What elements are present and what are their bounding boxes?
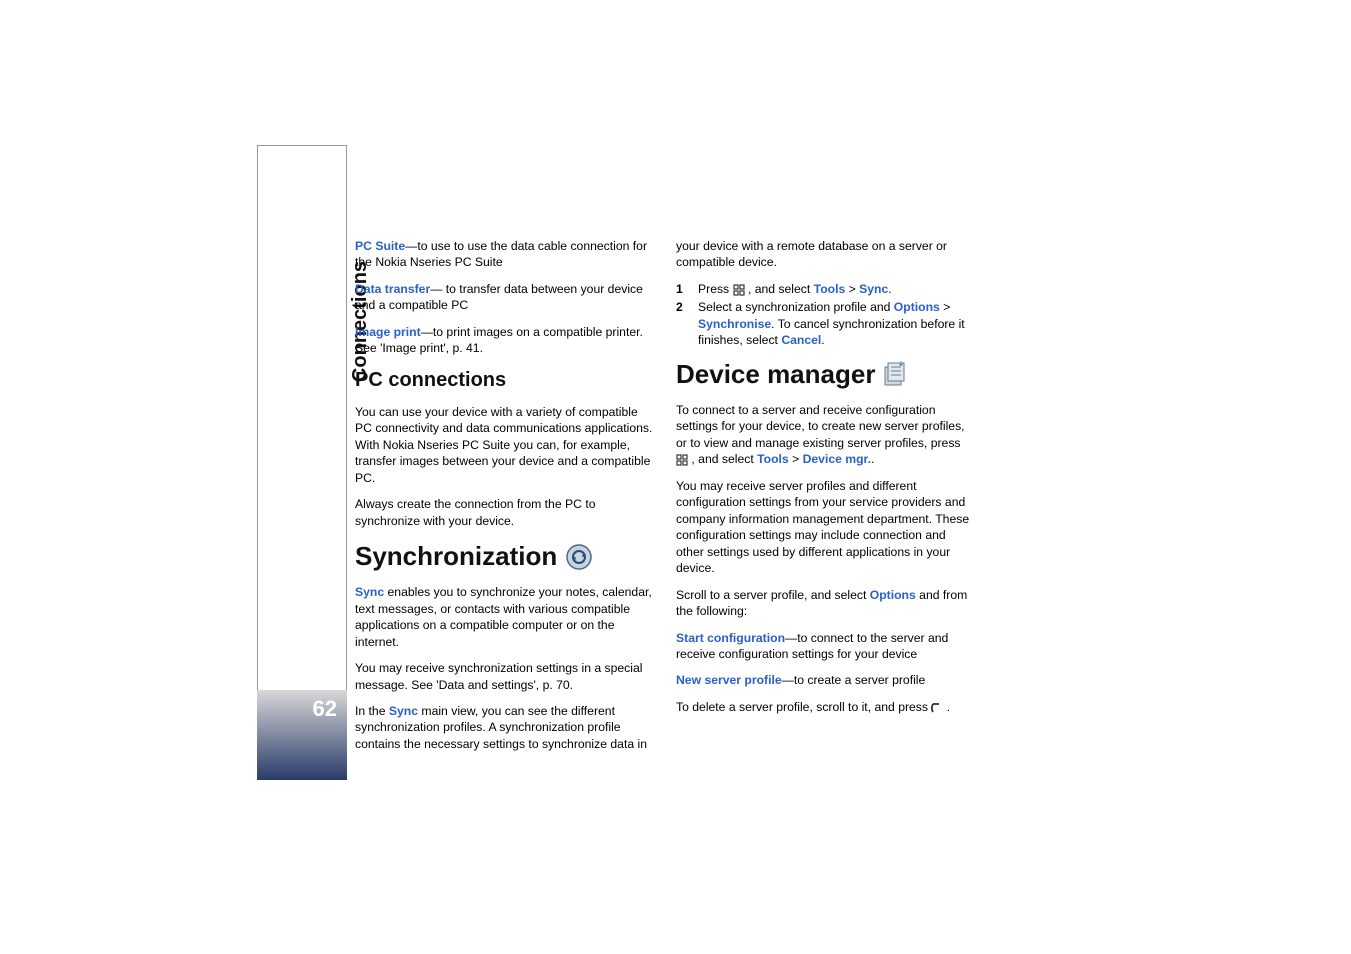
- step-2-num: 2: [676, 299, 688, 348]
- start-conf-item: Start configuration—to connect to the se…: [676, 630, 975, 663]
- clear-key-icon: [931, 702, 943, 714]
- new-server-item: New server profile—to create a server pr…: [676, 672, 975, 688]
- sync-label-2: Sync: [389, 704, 418, 718]
- step-1-body: Press , and select Tools > Sync.: [698, 281, 892, 297]
- step1-a: Press: [698, 282, 733, 296]
- device-manager-icon: [883, 361, 905, 387]
- image-print-item: Image print—to print images on a compati…: [355, 324, 654, 357]
- left-column: PC Suite—to use to use the data cable co…: [355, 238, 654, 762]
- step2-a: Select a synchronization profile and: [698, 300, 894, 314]
- dev-dot: .: [871, 452, 874, 466]
- step2-gt: >: [940, 300, 951, 314]
- page-content: PC Suite—to use to use the data cable co…: [355, 238, 975, 762]
- page-frame: [257, 145, 347, 765]
- sync-p1-text: enables you to synchronize your notes, c…: [355, 585, 652, 648]
- step1-dot: .: [888, 282, 891, 296]
- dev-gt: >: [789, 452, 803, 466]
- sync-p3: In the Sync main view, you can see the d…: [355, 703, 654, 752]
- new-server-label: New server profile: [676, 673, 782, 687]
- sync-p3a: In the: [355, 704, 389, 718]
- pc-connections-heading: PC connections: [355, 367, 654, 394]
- pc-conn-p1: You can use your device with a variety o…: [355, 404, 654, 486]
- dev-p1: To connect to a server and receive confi…: [676, 402, 975, 468]
- sync-p2: You may receive synchronization settings…: [355, 660, 654, 693]
- data-transfer-item: Data transfer— to transfer data between …: [355, 281, 654, 314]
- step-1: 1 Press , and select Tools > Sync.: [676, 281, 975, 297]
- synchronization-heading: Synchronization: [355, 539, 654, 574]
- page-number: 62: [257, 690, 347, 780]
- step-1-num: 1: [676, 281, 688, 297]
- sync-icon: [565, 543, 593, 571]
- step-2: 2 Select a synchronization profile and O…: [676, 299, 975, 348]
- sync-label: Sync: [355, 585, 384, 599]
- dev-p1a: To connect to a server and receive confi…: [676, 403, 965, 450]
- step2-dot: .: [821, 333, 824, 347]
- step-2-body: Select a synchronization profile and Opt…: [698, 299, 975, 348]
- dev-p3a: Scroll to a server profile, and select: [676, 588, 870, 602]
- dev-tools: Tools: [757, 452, 789, 466]
- dev-p1b: , and select: [691, 452, 757, 466]
- pc-suite-item: PC Suite—to use to use the data cable co…: [355, 238, 654, 271]
- menu-key-icon: [676, 454, 688, 466]
- sync-p1: Sync enables you to synchronize your not…: [355, 584, 654, 650]
- dev-p3-options: Options: [870, 588, 916, 602]
- delete-p-a: To delete a server profile, scroll to it…: [676, 700, 931, 714]
- page-number-value: 62: [313, 696, 337, 722]
- data-transfer-label: Data transfer: [355, 282, 430, 296]
- pc-conn-p2: Always create the connection from the PC…: [355, 496, 654, 529]
- device-manager-heading: Device manager: [676, 357, 975, 392]
- dev-p3: Scroll to a server profile, and select O…: [676, 587, 975, 620]
- step1-b: , and select: [748, 282, 814, 296]
- new-server-text: —to create a server profile: [782, 673, 926, 687]
- sync-heading-text: Synchronization: [355, 539, 557, 574]
- delete-p-b: .: [947, 700, 950, 714]
- delete-profile-p: To delete a server profile, scroll to it…: [676, 699, 975, 715]
- step2-cancel: Cancel: [781, 333, 821, 347]
- step1-sync: Sync: [859, 282, 888, 296]
- menu-key-icon: [733, 284, 745, 296]
- dev-p2: You may receive server profiles and diff…: [676, 478, 975, 577]
- step2-options: Options: [894, 300, 940, 314]
- dev-mgr: Device mgr.: [803, 452, 871, 466]
- right-column: your device with a remote database on a …: [676, 238, 975, 762]
- dev-heading-text: Device manager: [676, 357, 875, 392]
- start-conf-label: Start configuration: [676, 631, 785, 645]
- right-top-p: your device with a remote database on a …: [676, 238, 975, 271]
- step1-tools: Tools: [814, 282, 846, 296]
- pc-suite-label: PC Suite: [355, 239, 405, 253]
- step1-gt: >: [845, 282, 859, 296]
- image-print-label: Image print: [355, 325, 421, 339]
- step2-synchronise: Synchronise: [698, 317, 771, 331]
